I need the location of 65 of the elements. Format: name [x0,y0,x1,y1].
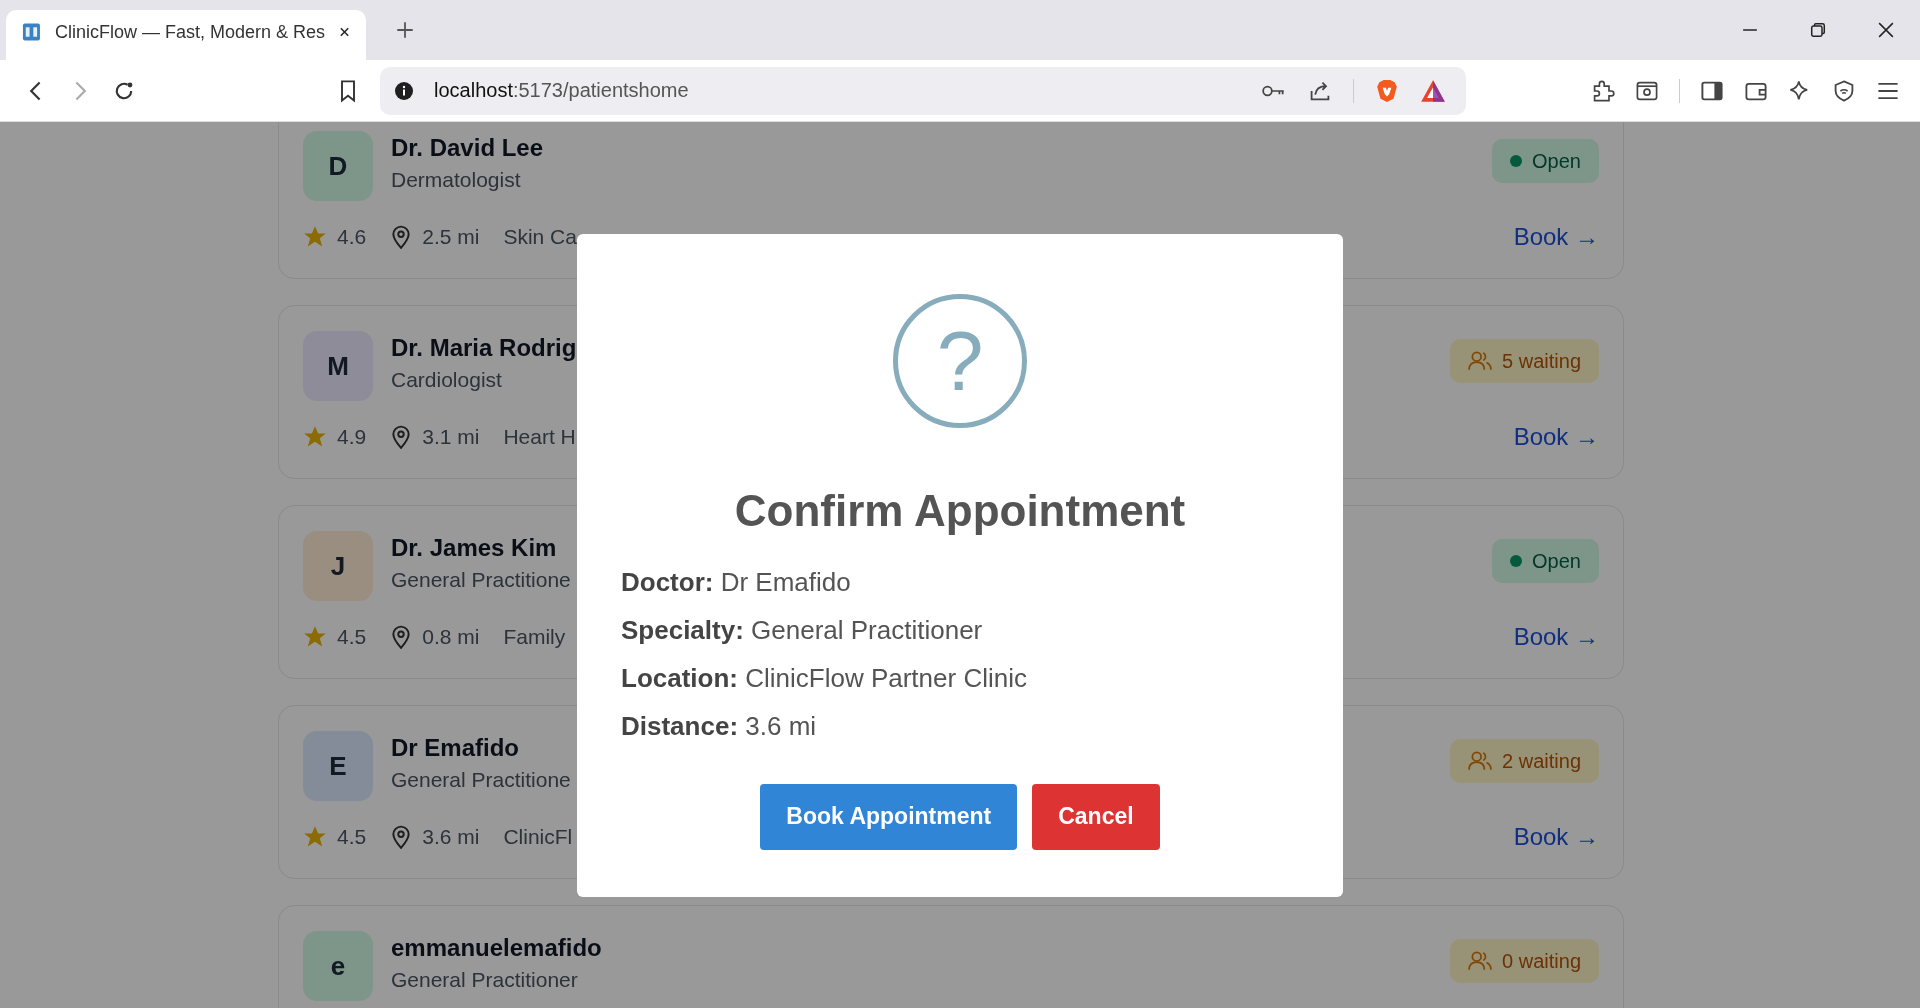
star-icon [303,225,327,249]
doctor-name: Dr. James Kim [391,534,558,562]
distance: 0.8 mi [422,625,480,649]
location-pin-icon [390,625,413,649]
shield-icon[interactable] [1832,78,1856,103]
restore-icon[interactable] [1810,22,1826,38]
location-pin-icon [390,425,413,449]
info-icon [394,80,414,101]
favicon-icon [22,20,41,44]
cancel-button[interactable]: Cancel [1032,783,1160,850]
rating: 4.5 [337,625,367,649]
new-tab-icon[interactable] [396,21,414,39]
avatar: J [303,531,373,601]
star-icon [303,625,327,649]
browser-tab[interactable]: ClinicFlow — Fast, Modern & Res [6,10,366,60]
puzzle-icon[interactable] [1591,78,1615,103]
dialog-title: Confirm Appointment [734,485,1186,536]
question-icon: ? [893,293,1027,428]
book-link[interactable]: Book → [1513,623,1599,651]
star-icon [303,425,327,449]
triangle-icon[interactable] [1420,78,1446,103]
status-badge: Open [1492,539,1599,583]
location-pin-icon [390,825,413,849]
confirm-button[interactable]: Book Appointment [760,783,1018,850]
detail-line: Specialty: General Practitioner [621,613,984,646]
doctor-specialty: Cardiologist [391,368,503,392]
distance: 3.1 mi [422,425,480,449]
doctor-name: emmanuelemafido [391,934,602,962]
detail-line: Location: ClinicFlow Partner Clinic [621,661,1028,694]
clinic-name: Skin Ca [503,225,577,249]
detail-line: Distance: 3.6 mi [621,709,818,742]
doctor-name: Dr Emafido [391,734,520,762]
doctor-specialty: General Practitione [391,768,571,792]
doctor-name: Dr. Maria Rodrig [391,334,577,362]
rating: 4.5 [337,825,367,849]
detail-line: Doctor: Dr Emafido [621,565,852,598]
doctor-specialty: General Practitioner [391,968,579,992]
rating: 4.9 [337,425,367,449]
url-text: localhost:5173/patientshome [434,79,689,102]
avatar: M [303,331,373,401]
doctor-specialty: General Practitione [391,568,571,592]
close-icon[interactable] [1878,22,1894,38]
avatar: D [303,131,373,201]
clinic-name: ClinicFl [503,825,573,849]
rating: 4.6 [337,225,367,249]
doctor-specialty: Dermatologist [391,168,522,192]
distance: 2.5 mi [422,225,480,249]
clinic-name: Heart H [503,425,576,449]
queue-badge: 0 waiting [1450,939,1599,983]
address-bar[interactable]: localhost:5173/patientshome [380,66,1466,115]
location-pin-icon [390,225,413,249]
doctor-name: Dr. David Lee [391,134,544,162]
tab-title: ClinicFlow — Fast, Modern & Res [54,21,325,43]
queue-badge: 2 waiting [1450,739,1599,783]
avatar: E [303,731,373,801]
distance: 3.6 mi [422,825,480,849]
book-link[interactable]: Book → [1513,423,1599,451]
close-icon[interactable] [338,25,350,39]
avatar: e [303,931,373,1001]
queue-badge: 5 waiting [1450,339,1599,383]
status-badge: Open [1492,139,1599,183]
clinic-name: Family [503,625,566,649]
star-icon [303,825,327,849]
book-link[interactable]: Book → [1513,223,1599,251]
book-link[interactable]: Book → [1513,823,1599,851]
